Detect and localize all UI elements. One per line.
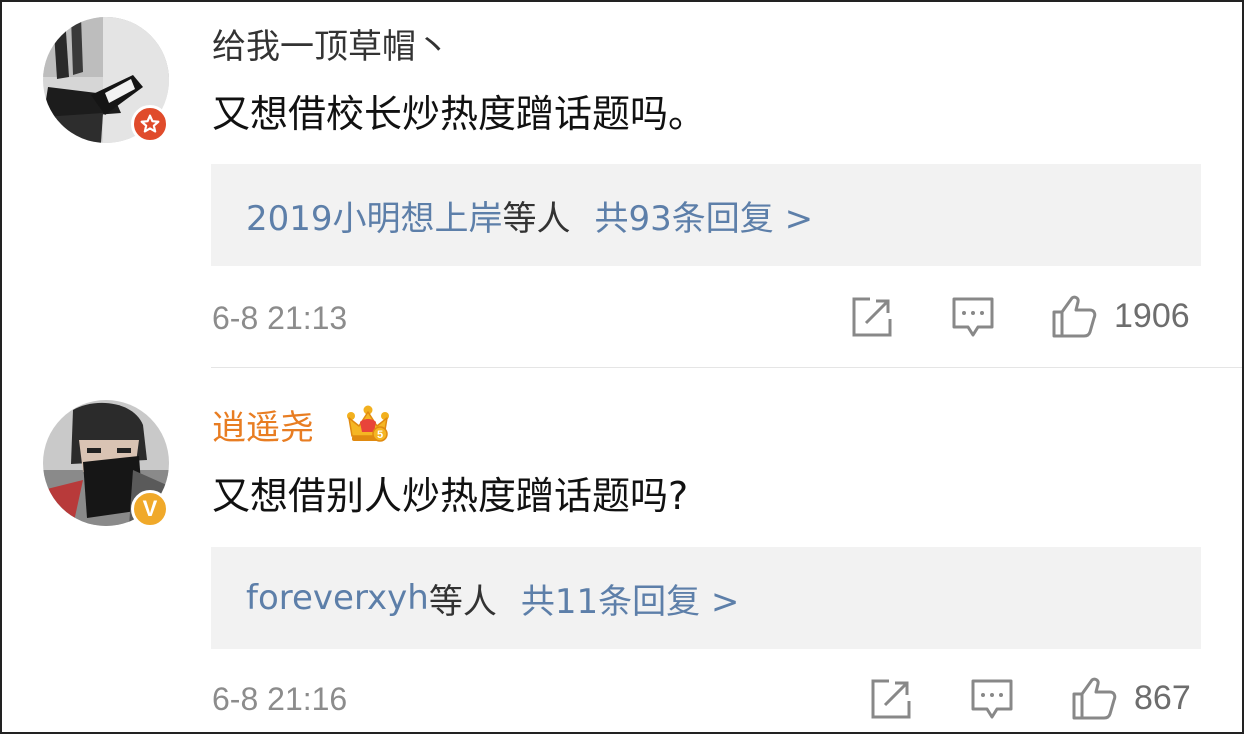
reply-count-link[interactable]: 共93条回复 > [595,191,814,240]
thumbs-up-icon [1072,677,1117,720]
like-count: 1906 [1114,296,1190,335]
reply-preview-button[interactable]: 2019小明想上岸 等人 共93条回复 > [211,164,1201,266]
reply-suffix-label: 等人 [428,581,497,622]
like-button[interactable]: 1906 [1050,292,1190,340]
comment-button[interactable] [970,677,1014,723]
reply-suffix-label: 等人 [502,198,571,239]
reply-preview-button[interactable]: foreverxyh 等人 共11条回复 > [211,547,1201,649]
comment-item: V 逍遥尧 5 又想借别人炒热度蹭话题吗? foreverxyh 等人 共11条… [0,368,1244,734]
username[interactable]: 逍遥尧 [212,408,314,448]
reply-users-link[interactable]: foreverxyh [246,578,429,618]
comment-text: 又想借别人炒热度蹭话题吗? [212,474,689,518]
share-icon [852,297,892,337]
reply-users-link[interactable]: 2019小明想上岸 [246,191,503,240]
verified-badge-letter: V [142,496,158,521]
share-button[interactable] [869,677,913,721]
username[interactable]: 给我一顶草帽丶 [212,27,450,67]
thumbs-up-icon [1052,295,1097,338]
comment-timestamp: 6-8 21:13 [212,300,348,336]
like-count: 867 [1134,678,1191,717]
verified-v-badge-icon: V [131,490,169,528]
comment-button[interactable] [951,295,995,341]
comment-timestamp: 6-8 21:16 [212,681,348,717]
crown-icon[interactable]: 5 [346,404,390,444]
comment-item: 给我一顶草帽丶 又想借校长炒热度蹭话题吗。 2019小明想上岸 等人 共93条回… [0,0,1244,368]
reply-count-link[interactable]: 共11条回复 > [521,574,740,623]
comment-icon [971,679,1013,719]
like-button[interactable]: 867 [1070,674,1191,722]
comment-text: 又想借校长炒热度蹭话题吗。 [212,92,707,136]
svg-text:5: 5 [377,429,383,441]
star-badge-icon [131,105,169,143]
share-button[interactable] [850,295,894,339]
comment-icon [952,297,994,337]
share-icon [871,679,911,719]
